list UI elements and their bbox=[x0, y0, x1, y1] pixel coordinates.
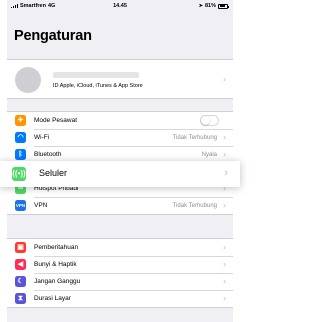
chevron-right-icon: › bbox=[223, 259, 226, 269]
chevron-right-icon: › bbox=[223, 276, 226, 286]
row-label: Bunyi & Haptik bbox=[34, 261, 77, 268]
row-label: Mode Pesawat bbox=[34, 117, 77, 124]
apple-id-profile-row[interactable]: ID Apple, iCloud, iTunes & App Store › bbox=[7, 59, 233, 99]
chevron-right-icon: › bbox=[223, 293, 226, 303]
notifications-icon: ▣ bbox=[15, 242, 26, 253]
row-label: Durasi Layar bbox=[34, 295, 71, 302]
row-value: Tidak Terhubung bbox=[172, 134, 217, 141]
settings-row-durasi-layar[interactable]: ⧗ Durasi Layar › bbox=[7, 290, 233, 307]
avatar bbox=[15, 67, 41, 93]
profile-name-redacted bbox=[53, 72, 139, 78]
sounds-icon: ◀ bbox=[15, 259, 26, 270]
profile-subtitle: ID Apple, iCloud, iTunes & App Store bbox=[53, 83, 143, 89]
chevron-right-icon: › bbox=[223, 132, 226, 142]
location-icon: ➤ bbox=[198, 3, 203, 9]
wifi-icon: ◠ bbox=[15, 132, 26, 143]
battery-icon bbox=[218, 3, 229, 9]
moon-icon: ☾ bbox=[15, 276, 26, 287]
row-label: Pemberitahuan bbox=[34, 244, 79, 251]
settings-row-vpn[interactable]: VPN VPN Tidak Terhubung › bbox=[7, 197, 233, 214]
bluetooth-icon: ᛒ bbox=[15, 149, 26, 160]
page-title: Pengaturan bbox=[14, 28, 92, 44]
airplane-icon: ✈ bbox=[15, 115, 26, 126]
settings-row-bunyi-haptik[interactable]: ◀ Bunyi & Haptik › bbox=[7, 256, 233, 273]
vpn-icon: VPN bbox=[15, 200, 26, 211]
row-value: Tidak Terhubung bbox=[172, 202, 217, 209]
row-label: Seluler bbox=[39, 168, 68, 178]
settings-row-jangan-ganggu[interactable]: ☾ Jangan Ganggu › bbox=[7, 273, 233, 290]
settings-row-pemberitahuan[interactable]: ▣ Pemberitahuan › bbox=[7, 239, 233, 256]
chevron-right-icon: › bbox=[223, 74, 226, 84]
battery-percent: 81% bbox=[204, 3, 216, 9]
notifications-group: ▣ Pemberitahuan › ◀ Bunyi & Haptik › ☾ J… bbox=[7, 238, 233, 308]
settings-row-seluler-highlighted[interactable]: ((•)) Seluler › bbox=[0, 161, 240, 187]
row-label: VPN bbox=[34, 202, 48, 209]
row-value: Nyala bbox=[201, 151, 217, 158]
status-bar: Smartfren 4G 14.45 ➤ 81% bbox=[7, 0, 233, 12]
settings-row-mode-pesawat[interactable]: ✈ Mode Pesawat bbox=[7, 112, 233, 129]
row-label: Bluetooth bbox=[34, 151, 62, 158]
hourglass-icon: ⧗ bbox=[15, 293, 26, 304]
chevron-right-icon: › bbox=[223, 242, 226, 252]
airplane-mode-toggle[interactable] bbox=[200, 115, 219, 126]
chevron-right-icon: › bbox=[223, 200, 226, 210]
row-label: Jangan Ganggu bbox=[34, 278, 81, 285]
row-label: Wi-Fi bbox=[34, 134, 50, 141]
settings-row-wi-fi[interactable]: ◠ Wi-Fi Tidak Terhubung › bbox=[7, 129, 233, 146]
cellular-icon: ((•)) bbox=[12, 167, 26, 181]
chevron-right-icon: › bbox=[223, 149, 226, 159]
chevron-right-icon: › bbox=[224, 167, 228, 179]
